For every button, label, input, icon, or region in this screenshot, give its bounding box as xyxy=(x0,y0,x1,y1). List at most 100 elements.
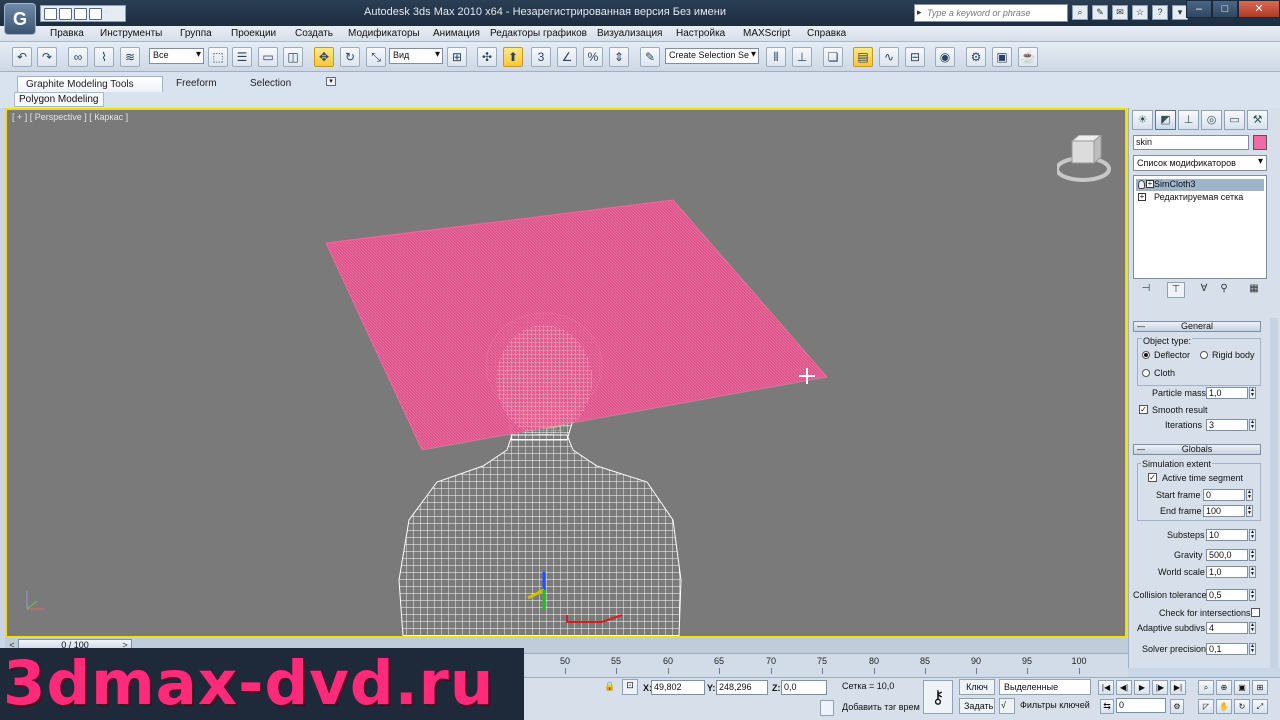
prev-key-icon[interactable]: ◀| xyxy=(1116,680,1132,695)
zoom-icon[interactable]: ⌕ xyxy=(1198,680,1214,695)
select-manipulate-icon[interactable]: ✣ xyxy=(477,47,497,67)
lightbulb-icon[interactable] xyxy=(1138,180,1145,189)
spinner-arrows-icon[interactable]: ▲ ▼ xyxy=(1249,419,1256,431)
solver-precision-spinner[interactable]: 0,1 ▲ ▼ xyxy=(1206,643,1256,655)
world-scale-spinner[interactable]: 1,0 ▲ ▼ xyxy=(1206,566,1256,578)
time-config-icon[interactable]: ⚙ xyxy=(1170,699,1184,714)
key-icon[interactable]: ✎ xyxy=(1092,5,1108,20)
menu-create[interactable]: Создать xyxy=(295,28,333,39)
collision-tolerance-value[interactable]: 0,5 xyxy=(1206,589,1248,601)
pin-stack-icon[interactable]: ⊣ xyxy=(1137,282,1155,298)
unlink-icon[interactable]: ⌇ xyxy=(94,47,114,67)
menu-maxscript[interactable]: MAXScript xyxy=(743,28,790,39)
pan-hand-icon[interactable]: ✋ xyxy=(1216,699,1232,714)
spinner-arrows-icon[interactable]: ▲ ▼ xyxy=(1249,549,1256,561)
menu-modifiers[interactable]: Модификаторы xyxy=(348,28,420,39)
modify-tab-icon[interactable]: ◩ xyxy=(1155,110,1176,130)
next-key-icon[interactable]: |▶ xyxy=(1152,680,1168,695)
pivot-center-icon[interactable]: ⊞ xyxy=(447,47,467,67)
x-coord-input[interactable]: 49,802 xyxy=(651,680,705,695)
spinner-arrows-icon[interactable]: ▲ ▼ xyxy=(1249,643,1256,655)
cloth-radio[interactable] xyxy=(1142,369,1150,377)
cloth-plane[interactable] xyxy=(325,199,828,451)
particle-mass-value[interactable]: 1,0 xyxy=(1206,387,1248,399)
particle-mass-spinner[interactable]: 1,0 ▲ ▼ xyxy=(1206,387,1256,399)
help-icon[interactable]: ? xyxy=(1152,5,1168,20)
solver-precision-value[interactable]: 0,1 xyxy=(1206,643,1248,655)
keyboard-shortcut-override-icon[interactable]: ⬆ xyxy=(503,47,523,67)
spinner-arrows-icon[interactable]: ▲ ▼ xyxy=(1249,529,1256,541)
save-file-icon[interactable] xyxy=(74,7,87,20)
zoom-extents-icon[interactable]: ▣ xyxy=(1234,680,1250,695)
set-key-button[interactable]: Задать xyxy=(959,698,995,714)
viewcube-icon[interactable] xyxy=(1057,135,1117,185)
close-button[interactable]: ✕ xyxy=(1238,0,1280,18)
menu-help[interactable]: Справка xyxy=(807,28,846,39)
rigid-body-radio[interactable] xyxy=(1200,351,1208,359)
orbit-icon[interactable]: ↻ xyxy=(1234,699,1250,714)
select-object-icon[interactable]: ⬚ xyxy=(208,47,228,67)
end-frame-value[interactable]: 100 xyxy=(1203,505,1245,517)
rotate-icon[interactable]: ↻ xyxy=(340,47,360,67)
menu-customize[interactable]: Настройка xyxy=(676,28,725,39)
play-icon[interactable]: ▶ xyxy=(1134,680,1150,695)
favorites-star-icon[interactable]: ☆ xyxy=(1132,5,1148,20)
menu-views[interactable]: Проекции xyxy=(231,28,276,39)
create-tab-icon[interactable]: ☀ xyxy=(1132,110,1153,130)
check-intersections-checkbox[interactable] xyxy=(1251,608,1260,617)
menu-group[interactable]: Группа xyxy=(180,28,212,39)
selection-filter-dropdown[interactable]: Все xyxy=(149,48,204,64)
gravity-value[interactable]: 500,0 xyxy=(1206,549,1248,561)
curve-editor-icon[interactable]: ∿ xyxy=(879,47,899,67)
tab-polygon-modeling[interactable]: Polygon Modeling xyxy=(14,92,104,107)
move-icon[interactable]: ✥ xyxy=(314,47,334,67)
schematic-view-icon[interactable]: ⊟ xyxy=(905,47,925,67)
menu-tools[interactable]: Инструменты xyxy=(100,28,162,39)
stack-item-simcloth3[interactable]: + SimCloth3 xyxy=(1136,179,1264,191)
spinner-arrows-icon[interactable]: ▲ ▼ xyxy=(1249,589,1256,601)
remove-modifier-icon[interactable]: ⚲ xyxy=(1215,282,1233,298)
graphite-toggle-icon[interactable]: ▤ xyxy=(853,47,873,67)
tab-graphite-modeling-tools[interactable]: Graphite Modeling Tools xyxy=(17,76,163,92)
perspective-viewport[interactable]: [ + ] [ Perspective ] [ Каркас ] xyxy=(5,108,1127,638)
percent-snap-icon[interactable]: % xyxy=(583,47,603,67)
add-time-tag-button[interactable]: Добавить тэг врем xyxy=(838,700,924,716)
tab-selection[interactable]: Selection xyxy=(242,76,299,92)
redo-icon[interactable]: ↷ xyxy=(37,47,57,67)
zoom-all-icon[interactable]: ⊕ xyxy=(1216,680,1232,695)
end-frame-spinner[interactable]: 100 ▲ ▼ xyxy=(1203,505,1253,517)
angle-snap-icon[interactable]: ∠ xyxy=(557,47,577,67)
tab-freeform[interactable]: Freeform xyxy=(168,76,225,92)
time-tag-icon[interactable] xyxy=(820,700,834,716)
layer-manager-icon[interactable]: ❏ xyxy=(823,47,843,67)
render-setup-icon[interactable]: ⚙ xyxy=(966,47,986,67)
bind-spacewarp-icon[interactable]: ≋ xyxy=(120,47,140,67)
substeps-value[interactable]: 10 xyxy=(1206,529,1248,541)
start-frame-value[interactable]: 0 xyxy=(1203,489,1245,501)
open-file-icon[interactable] xyxy=(59,7,72,20)
render-production-icon[interactable]: ☕ xyxy=(1018,47,1038,67)
edit-named-selection-icon[interactable]: ✎ xyxy=(640,47,660,67)
mirror-icon[interactable]: ⫴ xyxy=(766,47,786,67)
hierarchy-tab-icon[interactable]: ⊥ xyxy=(1178,110,1199,130)
collision-tolerance-spinner[interactable]: 0,5 ▲ ▼ xyxy=(1206,589,1256,601)
modifier-list-dropdown[interactable]: Список модификаторов xyxy=(1133,155,1267,171)
spinner-arrows-icon[interactable]: ▲ ▼ xyxy=(1249,566,1256,578)
undo-icon[interactable]: ↶ xyxy=(12,47,32,67)
scale-icon[interactable]: ⤡ xyxy=(366,47,386,67)
maximize-button[interactable]: □ xyxy=(1212,0,1238,18)
expand-icon[interactable]: + xyxy=(1138,193,1146,201)
iterations-spinner[interactable]: 3 ▲ ▼ xyxy=(1206,419,1256,431)
gravity-spinner[interactable]: 500,0 ▲ ▼ xyxy=(1206,549,1256,561)
snaps-toggle-icon[interactable]: 3 xyxy=(531,47,551,67)
window-crossing-icon[interactable]: ◫ xyxy=(283,47,303,67)
minimize-button[interactable]: – xyxy=(1186,0,1212,18)
menu-edit[interactable]: Правка xyxy=(50,28,84,39)
menu-graph-editors[interactable]: Редакторы графиков xyxy=(490,28,587,39)
spinner-arrows-icon[interactable]: ▲ ▼ xyxy=(1246,505,1253,517)
reference-coord-dropdown[interactable]: Вид xyxy=(389,48,443,64)
adaptive-subdivs-spinner[interactable]: 4 ▲ ▼ xyxy=(1206,622,1256,634)
stack-item-editable-mesh[interactable]: + Редактируемая сетка xyxy=(1136,192,1243,204)
rendered-frame-icon[interactable]: ▣ xyxy=(992,47,1012,67)
field-of-view-icon[interactable]: ◸ xyxy=(1198,699,1214,714)
